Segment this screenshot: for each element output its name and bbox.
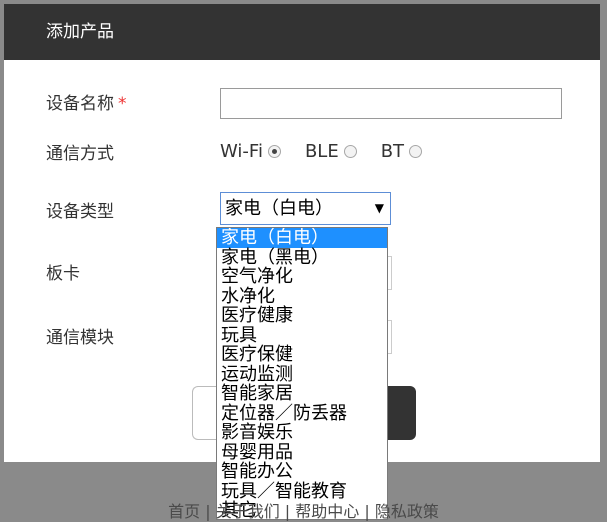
device-type-option[interactable]: 家电（黑电）: [217, 247, 387, 268]
radio-option-wifi[interactable]: Wi-Fi: [220, 141, 281, 162]
radio-button-wifi[interactable]: [267, 144, 281, 158]
device-type-option[interactable]: 医疗健康: [217, 306, 387, 326]
board-label: 板卡: [46, 264, 80, 284]
radio-label-bt: BT: [380, 140, 405, 162]
device-type-option[interactable]: 医疗保健: [217, 345, 387, 365]
required-mark: *: [118, 94, 127, 114]
footer-links[interactable]: 首页 | 关于我们 | 帮助中心 | 隐私政策: [0, 502, 607, 522]
comm-module-label: 通信模块: [46, 328, 114, 348]
device-type-select[interactable]: 家电（白电） ▼: [220, 192, 391, 225]
device-type-option[interactable]: 影音娱乐: [217, 423, 387, 443]
device-type-option[interactable]: 家电（白电）: [217, 228, 387, 248]
device-type-option[interactable]: 母婴用品: [217, 442, 387, 463]
radio-option-ble[interactable]: BLE: [305, 141, 357, 162]
device-type-option[interactable]: 智能家居: [217, 384, 387, 404]
device-type-dropdown-list: 家电（白电） 家电（黑电） 空气净化 水净化 医疗健康 玩具 医疗保健 运动监测…: [216, 227, 388, 520]
radio-option-bt[interactable]: BT: [380, 140, 423, 162]
device-type-option[interactable]: 玩具／智能教育: [217, 481, 387, 502]
comm-method-label: 通信方式: [46, 144, 114, 164]
device-type-label: 设备类型: [46, 202, 114, 222]
device-type-option[interactable]: 玩具: [217, 325, 387, 346]
device-name-label: 设备名称 *: [46, 94, 127, 114]
device-type-selected-value: 家电（白电）: [225, 198, 333, 219]
comm-method-radio-group: Wi-Fi BLE BT: [220, 140, 446, 162]
modal-header: 添加产品: [4, 4, 600, 60]
modal-title: 添加产品: [46, 22, 114, 42]
radio-button-ble[interactable]: [343, 144, 357, 158]
radio-label-wifi: Wi-Fi: [220, 140, 263, 162]
device-type-option[interactable]: 空气净化: [217, 267, 387, 287]
dropdown-arrow-icon: ▼: [374, 201, 384, 215]
device-type-option[interactable]: 智能办公: [217, 462, 387, 482]
device-type-option[interactable]: 运动监测: [217, 364, 387, 385]
radio-button-bt[interactable]: [409, 144, 423, 158]
device-name-input[interactable]: [220, 88, 562, 119]
radio-label-ble: BLE: [304, 140, 339, 162]
device-type-option[interactable]: 定位器／防丢器: [217, 403, 387, 424]
confirm-button[interactable]: [388, 386, 416, 440]
device-type-option[interactable]: 水净化: [217, 286, 387, 307]
